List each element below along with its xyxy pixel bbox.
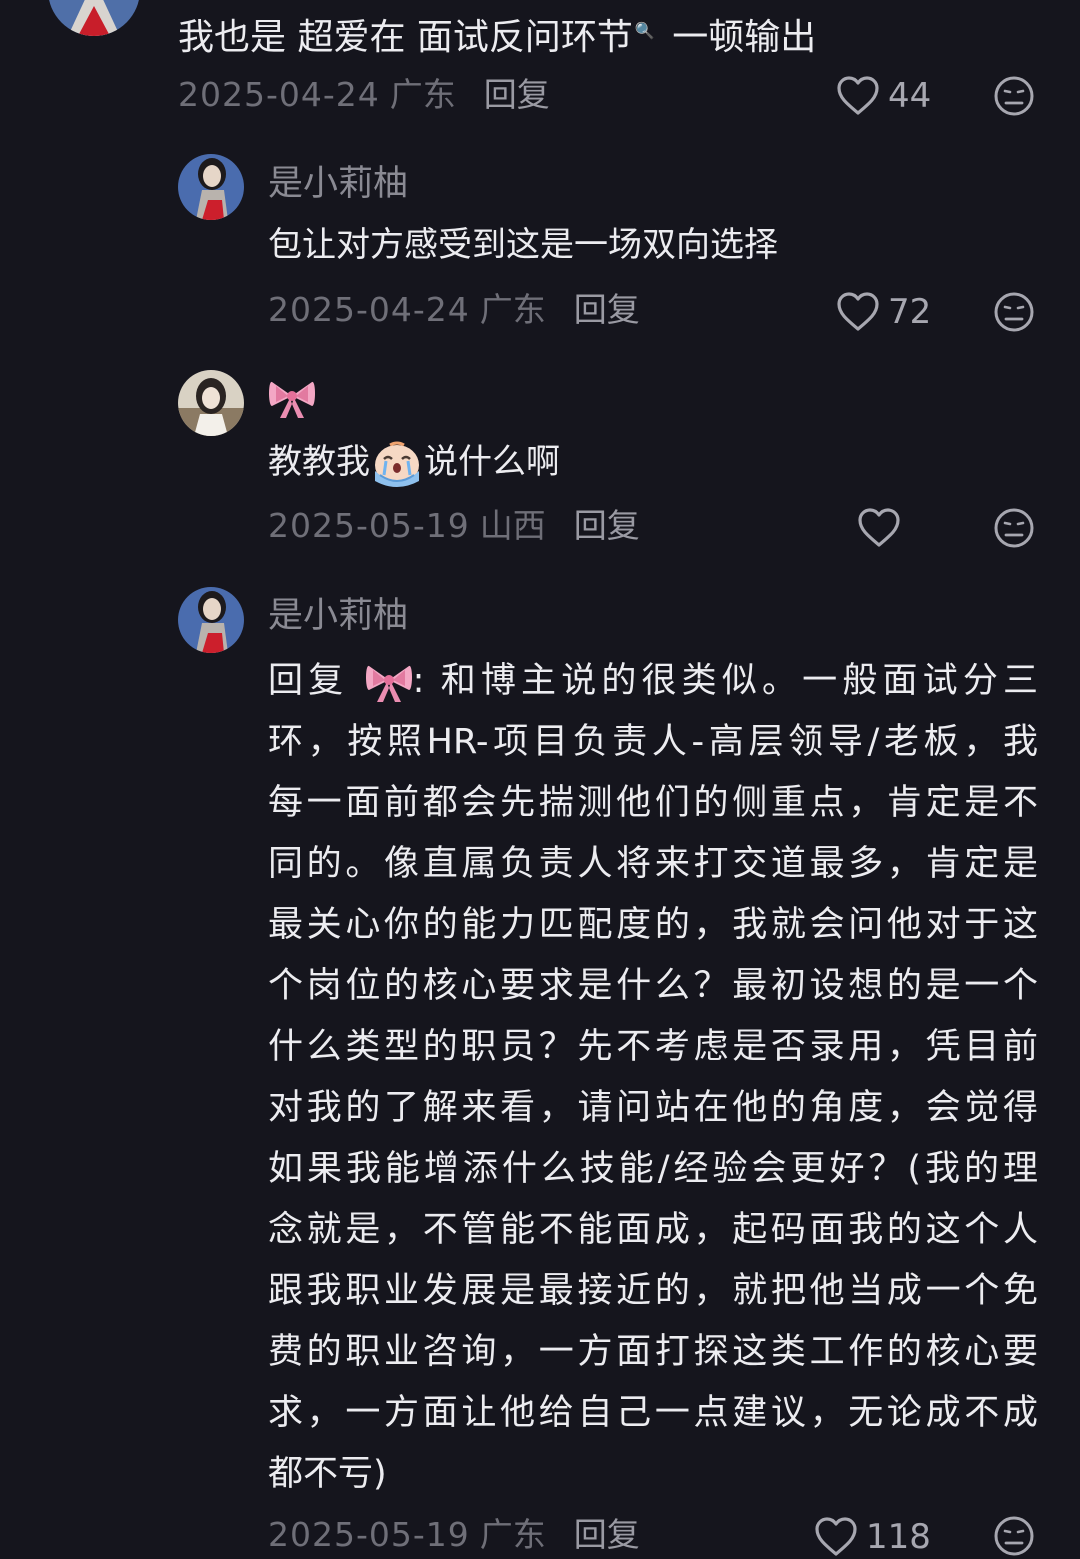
comment-text: 回复 : 和博主说的很类似。一般面试分三 环，按照HR-项目负责人-高层领导/老… (268, 651, 1038, 1505)
unhappy-face-icon (994, 508, 1034, 548)
comment-meta: 2025-05-19 广东 回复 (268, 1514, 640, 1556)
comment-region: 广东 (389, 75, 456, 114)
commenter-avatar[interactable] (178, 370, 244, 436)
like-button[interactable]: 118 (814, 1515, 931, 1559)
like-button[interactable] (857, 506, 909, 550)
comment-text: 包让对方感受到这是一场双向选择 (268, 225, 778, 265)
comment-date: 2025-04-24 (178, 75, 380, 114)
comment-date: 2025-05-19 (268, 506, 470, 545)
comment-line: 费的职业咨询，一方面打探这类工作的核心要 (268, 1332, 1038, 1372)
unhappy-face-icon (994, 1516, 1034, 1556)
heart-icon (858, 508, 900, 547)
comment-meta: 2025-04-24 广东 回复 (268, 289, 640, 331)
like-count: 44 (888, 76, 932, 116)
comment-line: 同的。像直属负责人将来打交道最多，肯定是 (268, 844, 1038, 884)
comment-line: 念就是，不管能不能面成，起码面我的这个人 (268, 1210, 1038, 1250)
reply-button[interactable]: 回复 (574, 506, 640, 545)
comment-line: 都不亏) (268, 1454, 387, 1494)
comment-line: 对我的了解来看，请问站在他的角度，会觉得 (268, 1088, 1038, 1128)
comment-region: 山西 (479, 506, 546, 545)
bow-icon (268, 376, 316, 420)
heart-icon (837, 292, 879, 331)
like-count: 72 (888, 292, 932, 332)
comment-text: 教教我 说什么啊 (268, 440, 560, 487)
comment-line: 个岗位的核心要求是什么？最初设想的是一个 (268, 966, 1038, 1006)
dislike-button[interactable] (993, 75, 1035, 117)
username[interactable]: 是小莉柚 (268, 594, 408, 638)
comment-date: 2025-05-19 (268, 1515, 470, 1554)
reply-button[interactable]: 回复 (484, 75, 550, 114)
comment-meta: 2025-05-19 山西 回复 (268, 505, 640, 547)
comment-line: 环，按照HR-项目负责人-高层领导/老板，我 (268, 722, 1038, 762)
comment-line: 每一面前都会先揣测他们的侧重点，肯定是不 (268, 783, 1038, 823)
comment-line: 回复 : 和博主说的很类似。一般面试分三 (268, 651, 1038, 712)
like-button[interactable]: 44 (836, 74, 931, 118)
username[interactable] (268, 375, 316, 420)
reply-button[interactable]: 回复 (574, 1515, 640, 1554)
heart-icon (815, 1517, 857, 1556)
commenter-avatar[interactable] (178, 587, 244, 653)
comment-line: 求，一方面让他给自己一点建议，无论成不成 (268, 1393, 1038, 1433)
comment-region: 广东 (479, 1515, 546, 1554)
reply-prefix: 回复 (268, 661, 349, 701)
dislike-button[interactable] (993, 291, 1035, 333)
comment-region: 广东 (479, 290, 546, 329)
comment-line: 什么类型的职员？先不考虑是否录用，凭目前 (268, 1027, 1038, 1067)
comment-meta: 2025-04-24 广东 回复 (178, 74, 550, 116)
dislike-button[interactable] (993, 507, 1035, 549)
unhappy-face-icon (994, 292, 1034, 332)
search-icon[interactable]: 🔍 (635, 8, 655, 54)
like-count: 118 (866, 1517, 931, 1557)
commenter-avatar[interactable] (48, 0, 140, 36)
comment-line: 跟我职业发展是最接近的，就把他当成一个免 (268, 1271, 1038, 1311)
username[interactable]: 是小莉柚 (268, 162, 408, 206)
comment-date: 2025-04-24 (268, 290, 470, 329)
reply-button[interactable]: 回复 (574, 290, 640, 329)
crying-emoji-icon (372, 441, 422, 487)
comment-text: 我也是 超爱在 面试反问环节 🔍 一顿输出 (178, 8, 816, 61)
comment-line: 最关心你的能力匹配度的，我就会问他对于这 (268, 905, 1038, 945)
dislike-button[interactable] (993, 1515, 1035, 1557)
like-button[interactable]: 72 (836, 290, 931, 334)
bow-icon (365, 660, 413, 704)
heart-icon (837, 76, 879, 115)
unhappy-face-icon (994, 76, 1034, 116)
commenter-avatar[interactable] (178, 154, 244, 220)
comment-line: 如果我能增添什么技能/经验会更好？(我的理 (268, 1149, 1038, 1189)
